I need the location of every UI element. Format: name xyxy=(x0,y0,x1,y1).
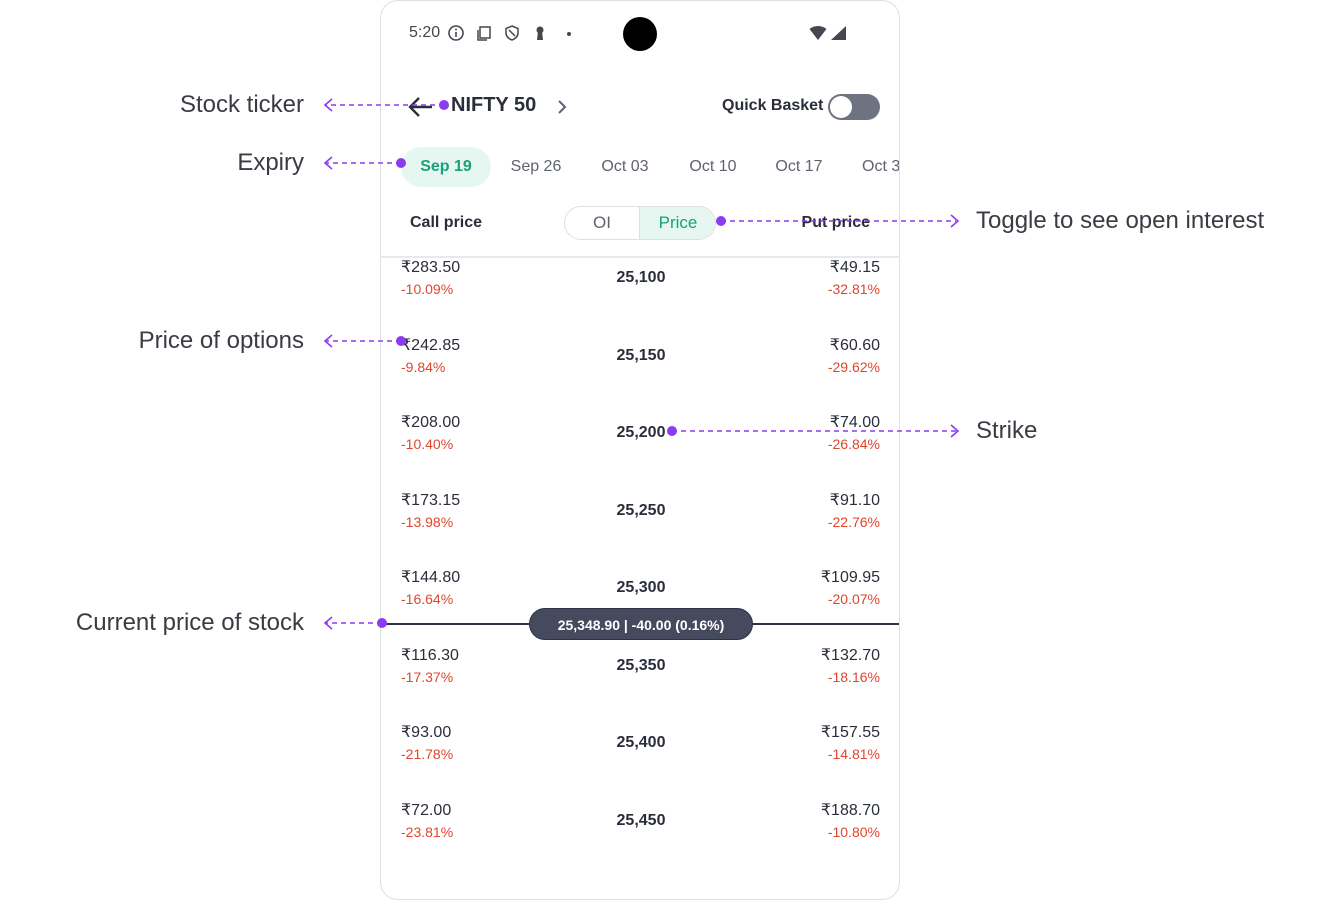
put-price: ₹91.10 xyxy=(829,492,880,509)
annotation-toggle-open-interest: Toggle to see open interest xyxy=(976,207,1265,234)
put-price: ₹188.70 xyxy=(820,802,880,819)
annotation-expiry: Expiry xyxy=(237,149,304,176)
signal-icon xyxy=(831,26,846,40)
annotation-current-price: Current price of stock xyxy=(75,609,304,636)
annotation-stock-ticker: Stock ticker xyxy=(179,91,304,118)
option-row[interactable]: ₹208.00 -10.40% 25,200 ₹74.00 -26.84% xyxy=(381,412,899,472)
put-change: -20.07% xyxy=(827,591,880,607)
stock-ticker[interactable]: NIFTY 50 xyxy=(451,94,536,117)
info-icon xyxy=(448,25,464,41)
expiry-chip[interactable]: Sep 19 xyxy=(401,147,491,187)
expiry-chip[interactable]: Sep 26 xyxy=(495,147,577,187)
option-row[interactable]: ₹116.30 -17.37% 25,350 ₹132.70 -18.16% xyxy=(381,645,899,705)
annotation-price-of-options: Price of options xyxy=(138,327,304,354)
put-change: -10.80% xyxy=(827,824,880,840)
call-price-header: Call price xyxy=(410,214,483,231)
arrowhead-right-icon xyxy=(950,424,960,438)
quick-basket-toggle[interactable] xyxy=(828,94,880,120)
arrowhead-right-icon xyxy=(950,214,960,228)
back-arrow-icon[interactable] xyxy=(407,95,433,119)
status-time: 5:20 xyxy=(409,24,441,41)
header: NIFTY 50 Quick Basket xyxy=(381,85,899,129)
put-change: -18.16% xyxy=(827,669,880,685)
option-row[interactable]: ₹93.00 -21.78% 25,400 ₹157.55 -14.81% xyxy=(381,722,899,782)
option-row[interactable]: ₹173.15 -13.98% 25,250 ₹91.10 -22.76% xyxy=(381,490,899,550)
option-row[interactable]: ₹283.50 -10.09% 25,100 ₹49.15 -32.81% xyxy=(381,257,899,317)
arrowhead-left-icon xyxy=(323,98,333,112)
expiry-chip[interactable]: Oct 10 xyxy=(671,147,755,187)
strike-price: 25,150 xyxy=(616,347,666,364)
arrowhead-left-icon xyxy=(323,334,333,348)
put-change: -32.81% xyxy=(827,281,880,297)
toggle-oi-option[interactable]: OI xyxy=(565,207,640,239)
quick-basket-label: Quick Basket xyxy=(722,97,824,114)
oi-price-toggle[interactable]: OI Price xyxy=(564,206,716,240)
expiry-chip[interactable]: Oct 17 xyxy=(758,147,840,187)
expiry-chip[interactable]: Oct 03 xyxy=(583,147,667,187)
put-price: ₹60.60 xyxy=(829,337,880,354)
put-price: ₹74.00 xyxy=(829,414,880,431)
strike-price: 25,200 xyxy=(616,424,666,441)
column-header: Call price OI Price Put price xyxy=(381,205,899,241)
strike-price: 25,100 xyxy=(616,269,666,286)
put-price: ₹157.55 xyxy=(820,724,880,741)
put-change: -14.81% xyxy=(827,746,880,762)
put-price: ₹49.15 xyxy=(829,259,880,276)
put-price: ₹132.70 xyxy=(820,647,880,664)
camera-cutout xyxy=(623,17,657,51)
option-row[interactable]: ₹72.00 -23.81% 25,450 ₹188.70 -10.80% xyxy=(381,800,899,860)
status-bar: 5:20 xyxy=(381,1,899,67)
option-row[interactable]: ₹242.85 -9.84% 25,150 ₹60.60 -29.62% xyxy=(381,335,899,395)
put-price-header: Put price xyxy=(801,214,870,231)
expiry-selector: Sep 19 Sep 26 Oct 03 Oct 10 Oct 17 Oct 3… xyxy=(381,147,899,187)
toggle-knob xyxy=(830,96,852,118)
expiry-chip[interactable]: Oct 31 xyxy=(844,147,899,187)
put-change: -29.62% xyxy=(827,359,880,375)
keyhole-icon xyxy=(536,26,544,40)
shield-icon xyxy=(505,25,519,41)
annotation-strike: Strike xyxy=(976,417,1038,444)
strike-price: 25,250 xyxy=(616,502,666,519)
chevron-right-icon[interactable] xyxy=(555,98,569,116)
put-change: -26.84% xyxy=(827,436,880,452)
put-change: -22.76% xyxy=(827,514,880,530)
phone-screen: 5:20 NIFTY 50 Quick Basket Sep 19 Sep 26… xyxy=(380,0,900,900)
current-price-pill: 25,348.90 | -40.00 (0.16%) xyxy=(529,608,753,640)
arrowhead-left-icon xyxy=(323,156,333,170)
put-price: ₹109.95 xyxy=(820,569,880,586)
dot-icon xyxy=(567,32,571,36)
wifi-icon xyxy=(809,26,827,40)
copy-icon xyxy=(477,26,491,41)
arrowhead-left-icon xyxy=(323,616,333,630)
toggle-price-option[interactable]: Price xyxy=(640,207,715,239)
